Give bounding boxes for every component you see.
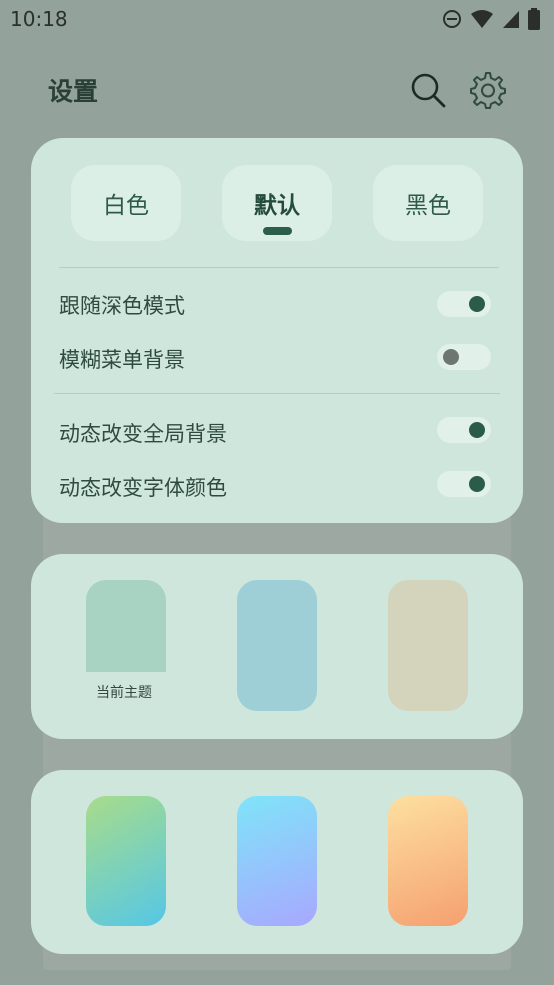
- toggle-follow-dark-mode[interactable]: [437, 291, 491, 317]
- gradient-themes-card: [31, 770, 523, 954]
- status-bar: 10:18: [0, 0, 554, 38]
- page-title: 设置: [48, 77, 99, 106]
- theme-white-button[interactable]: 白色: [71, 165, 181, 241]
- settings-card: 白色 默认 黑色 跟随深色模式 模糊菜单背景 动态改变全局背景 动态改变字体颜色: [31, 138, 523, 523]
- theme-default-label: 默认: [254, 193, 300, 219]
- do-not-disturb-icon: [443, 10, 461, 28]
- wifi-icon: [471, 10, 493, 28]
- theme-swatch-blue-gradient[interactable]: [237, 796, 317, 926]
- active-theme-indicator: [263, 227, 292, 235]
- theme-swatch-beige[interactable]: [388, 580, 468, 711]
- theme-black-label: 黑色: [405, 193, 451, 219]
- toggle-blur-menu-background[interactable]: [437, 344, 491, 370]
- current-theme-caption: 当前主题: [96, 685, 152, 701]
- status-time: 10:18: [10, 7, 68, 31]
- theme-black-button[interactable]: 黑色: [373, 165, 483, 241]
- gear-icon[interactable]: [468, 70, 508, 110]
- toggle-dynamic-global-background[interactable]: [437, 417, 491, 443]
- toggle-knob: [469, 296, 485, 312]
- search-icon[interactable]: [408, 70, 448, 110]
- toggle-knob: [469, 476, 485, 492]
- divider: [59, 267, 499, 268]
- toggle-knob: [469, 422, 485, 438]
- setting-blur-menu-background: 模糊菜单背景: [59, 348, 185, 372]
- setting-dynamic-global-background: 动态改变全局背景: [59, 422, 227, 446]
- setting-follow-dark-mode: 跟随深色模式: [59, 294, 185, 318]
- theme-swatch-orange-gradient[interactable]: [388, 796, 468, 926]
- divider: [54, 393, 500, 394]
- theme-swatch-current[interactable]: [86, 580, 166, 672]
- theme-swatch-green-gradient[interactable]: [86, 796, 166, 926]
- battery-icon: [528, 8, 540, 30]
- solid-themes-card: 当前主题: [31, 554, 523, 739]
- theme-swatch-blue[interactable]: [237, 580, 317, 711]
- setting-dynamic-font-color: 动态改变字体颜色: [59, 476, 227, 500]
- theme-white-label: 白色: [103, 193, 149, 219]
- status-icons: [442, 8, 540, 30]
- toggle-dynamic-font-color[interactable]: [437, 471, 491, 497]
- toggle-knob: [443, 349, 459, 365]
- signal-icon: [503, 11, 519, 28]
